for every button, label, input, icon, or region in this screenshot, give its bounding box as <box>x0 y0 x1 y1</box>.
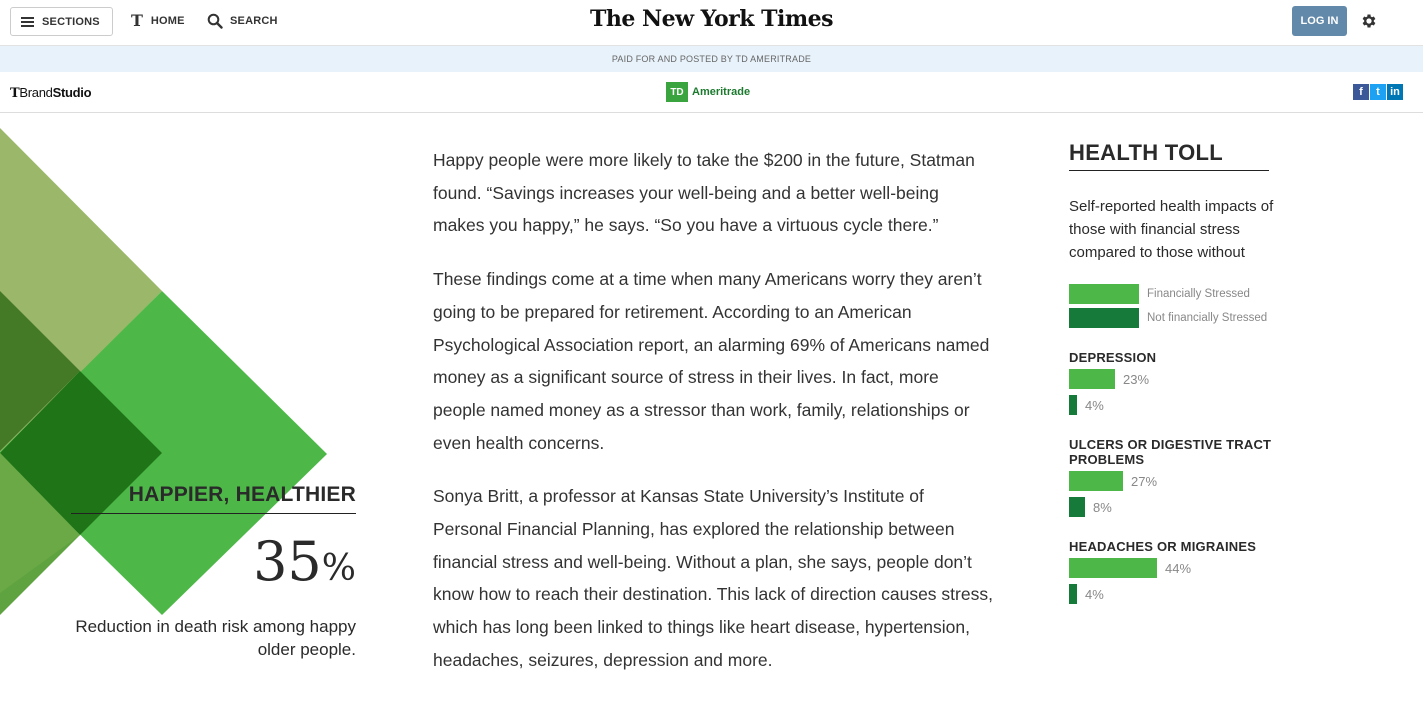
legend-label: Not financially Stressed <box>1147 312 1268 324</box>
category-label: HEADACHES OR MIGRAINES <box>1069 539 1257 554</box>
masthead: SECTIONS T HOME SEARCH The New York Time… <box>0 0 1423 46</box>
stat-caption: Reduction in death risk among happy olde… <box>75 617 356 659</box>
bar-value-label: 4% <box>1085 586 1104 602</box>
bar-value-label: 44% <box>1165 560 1192 576</box>
legend-swatch-not-stressed <box>1069 308 1139 328</box>
legend-label: Financially Stressed <box>1147 288 1250 300</box>
linkedin-icon[interactable]: in <box>1387 84 1403 100</box>
bar-not-stressed <box>1069 395 1077 415</box>
brandstudio-brand: Brand <box>19 85 53 100</box>
brandstudio-logo[interactable]: TBrandStudio <box>10 85 92 101</box>
category-label: DEPRESSION <box>1069 350 1157 365</box>
side-heading: HAPPIER, HEALTHIER <box>71 483 356 514</box>
bar-row: 4% <box>1069 393 1274 417</box>
article-paragraph: These findings come at a time when many … <box>433 269 990 453</box>
bar-value-label: 27% <box>1131 473 1158 489</box>
bar-not-stressed <box>1069 497 1085 517</box>
legend-item: Financially Stressed <box>1069 282 1274 306</box>
chart-category: ULCERS OR DIGESTIVE TRACT PROBLEMS 27% 8% <box>1069 437 1274 519</box>
legend-swatch-stressed <box>1069 284 1139 304</box>
health-toll-chart: HEALTH TOLL Self-reported health impacts… <box>1069 140 1274 606</box>
stat-unit: % <box>321 548 356 589</box>
chart-category: DEPRESSION 23% 4% <box>1069 350 1274 417</box>
facebook-icon[interactable]: f <box>1353 84 1369 100</box>
stat-value: 35 <box>253 530 322 593</box>
sponsor-name: Ameritrade <box>692 86 751 98</box>
chart-title: HEALTH TOLL <box>1069 140 1269 171</box>
chart-categories: DEPRESSION 23% 4% ULCERS OR DIGESTIVE TRACT… <box>1069 350 1274 606</box>
chart-category: HEADACHES OR MIGRAINES 44% 4% <box>1069 539 1274 606</box>
category-label: ULCERS OR DIGESTIVE TRACT PROBLEMS <box>1069 437 1272 467</box>
bar-row: 44% <box>1069 556 1274 580</box>
chart-subtitle: Self-reported health impacts of those wi… <box>1069 198 1274 261</box>
bar-value-label: 4% <box>1085 397 1104 413</box>
bar-value-label: 8% <box>1093 499 1112 515</box>
sponsor-disclosure: PAID FOR AND POSTED BY TD AMERITRADE <box>0 46 1423 72</box>
article-body: Happy people were more likely to take th… <box>433 144 993 698</box>
bar-stressed <box>1069 369 1115 389</box>
bar-value-label: 23% <box>1123 371 1150 387</box>
bar-row: 27% <box>1069 469 1274 493</box>
brandstudio-t: T <box>10 86 20 101</box>
td-box-icon: TD <box>666 82 688 102</box>
nyt-logo[interactable]: The New York Times <box>0 6 1423 32</box>
login-button[interactable]: LOG IN <box>1292 6 1347 36</box>
article-paragraph: Sonya Britt, a professor at Kansas State… <box>433 486 993 670</box>
article-paragraph: Happy people were more likely to take th… <box>433 150 975 236</box>
bar-stressed <box>1069 471 1123 491</box>
big-stat: 35% <box>150 530 356 593</box>
legend-item: Not financially Stressed <box>1069 306 1274 330</box>
brandstudio-studio: Studio <box>52 85 92 100</box>
bar-row: 23% <box>1069 367 1274 391</box>
bar-row: 4% <box>1069 582 1274 606</box>
bar-row: 8% <box>1069 495 1274 519</box>
bar-not-stressed <box>1069 584 1077 604</box>
social-share: f t in <box>1353 84 1403 100</box>
brand-bar: TBrandStudio TD Ameritrade f t in <box>0 72 1423 113</box>
td-ameritrade-logo[interactable]: TD Ameritrade <box>666 82 750 102</box>
gear-icon[interactable] <box>1360 12 1378 30</box>
chart-legend: Financially Stressed Not financially Str… <box>1069 282 1274 330</box>
twitter-icon[interactable]: t <box>1370 84 1386 100</box>
bar-stressed <box>1069 558 1157 578</box>
